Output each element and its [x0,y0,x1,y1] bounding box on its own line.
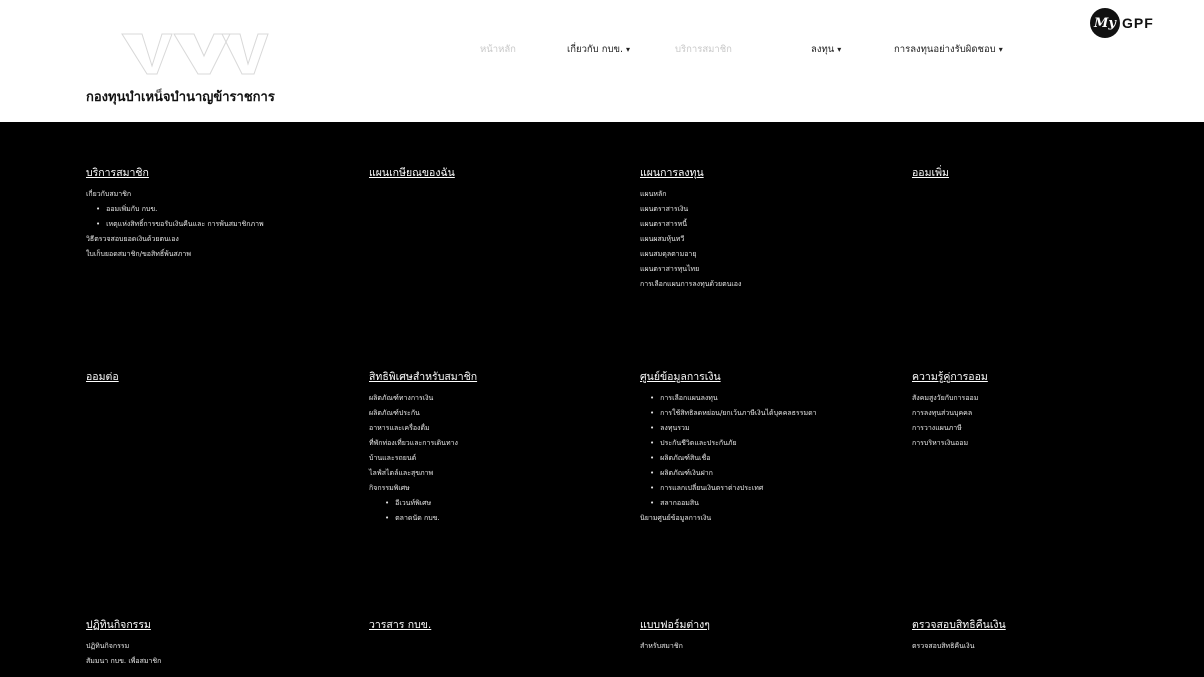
menu-item[interactable]: แผนตราสารทุนไทย [640,262,900,277]
menu-item[interactable]: ผลิตภัณฑ์ทางการเงิน [369,391,629,406]
menu-item[interactable]: การแลกเปลี่ยนเงินตราต่างประเทศ [640,481,900,496]
menu-item[interactable]: ตรวจสอบสิทธิคืนเงิน [912,639,1172,654]
menu-item[interactable]: แผนตราสารเงิน [640,202,900,217]
nav-member-services[interactable]: บริการสมาชิก [675,42,732,57]
menu-heading[interactable]: ปฏิทินกิจกรรม [86,616,346,633]
menu-item[interactable]: ตลาดนัด กบข. [369,511,629,526]
menu-item[interactable]: สลากออมสิน [640,496,900,511]
nav-invest[interactable]: ลงทุน ▾ [811,42,841,57]
menu-item[interactable]: การใช้สิทธิลดหย่อน/ยกเว้นภาษีเงินได้บุคค… [640,406,900,421]
menu-column-continue-saving: ออมต่อ [86,368,346,391]
menu-heading[interactable]: แผนเกษียณของฉัน [369,164,629,181]
nav-about-label: เกี่ยวกับ กบข. [567,44,623,55]
menu-item[interactable]: การบริหารเงินออม [912,436,1172,451]
menu-heading[interactable]: แบบฟอร์มต่างๆ [640,616,900,633]
menu-item[interactable]: ลงทุนรวม [640,421,900,436]
chevron-down-icon: ▾ [998,45,1003,54]
menu-item[interactable]: อาหารและเครื่องดื่ม [369,421,629,436]
menu-item[interactable]: ที่พักท่องเที่ยวและการเดินทาง [369,436,629,451]
menu-list: ปฏิทินกิจกรรม สัมมนา กบข. เพื่อสมาชิก [86,639,346,669]
menu-item[interactable]: เกี่ยวกับสมาชิก [86,187,346,202]
menu-column-save-more: ออมเพิ่ม [912,164,1172,187]
menu-column-calendar: ปฏิทินกิจกรรม ปฏิทินกิจกรรม สัมมนา กบข. เ… [86,616,346,669]
menu-item[interactable]: ผลิตภัณฑ์เงินฝาก [640,466,900,481]
menu-heading[interactable]: ออมเพิ่ม [912,164,1172,181]
nav-about[interactable]: เกี่ยวกับ กบข. ▾ [567,42,630,57]
menu-heading[interactable]: ศูนย์ข้อมูลการเงิน [640,368,900,385]
menu-list: การเลือกแผนลงทุนการใช้สิทธิลดหย่อน/ยกเว้… [640,391,900,526]
menu-item[interactable]: การเลือกแผนการลงทุนด้วยตนเอง [640,277,900,292]
menu-item[interactable]: แผนผสมหุ้นทวี [640,232,900,247]
menu-item[interactable]: ใบเก็บยอดสมาชิก/ขอสิทธิ์พ้นสภาพ [86,247,346,262]
menu-item[interactable]: ปฏิทินกิจกรรม [86,639,346,654]
menu-list: เกี่ยวกับสมาชิกออมเพิ่มกับ กบข.เหตุแห่งส… [86,187,346,262]
gpf-logo-icon[interactable] [112,26,272,80]
menu-list: แผนหลัก แผนตราสารเงิน แผนตราสารหนี้ แผนผสมห… [640,187,900,292]
menu-item[interactable]: บ้านและรถยนต์ [369,451,629,466]
mygpf-logo[interactable]: My GPF [1090,8,1154,38]
menu-column-journal: วารสาร กบข. [369,616,629,639]
menu-item[interactable]: วิธีตรวจสอบยอดเงินด้วยตนเอง [86,232,346,247]
menu-item[interactable]: สำหรับสมาชิก [640,639,900,654]
menu-item[interactable]: แผนหลัก [640,187,900,202]
menu-item[interactable]: ออมเพิ่มกับ กบข. [86,202,346,217]
menu-item[interactable]: แผนตราสารหนี้ [640,217,900,232]
menu-list: ตรวจสอบสิทธิคืนเงิน [912,639,1172,654]
menu-item[interactable]: ไลฟ์สไตล์และสุขภาพ [369,466,629,481]
menu-item[interactable]: การลงทุนส่วนบุคคล [912,406,1172,421]
menu-item[interactable]: นิยามศูนย์ข้อมูลการเงิน [640,511,900,526]
mygpf-text: GPF [1122,15,1154,31]
menu-column-forms: แบบฟอร์มต่างๆ สำหรับสมาชิก [640,616,900,654]
menu-item[interactable]: สังคมสูงวัยกับการออม [912,391,1172,406]
menu-item[interactable]: การวางแผนภาษี [912,421,1172,436]
menu-item[interactable]: สัมมนา กบข. เพื่อสมาชิก [86,654,346,669]
menu-heading[interactable]: ออมต่อ [86,368,346,385]
menu-list: ผลิตภัณฑ์ทางการเงิน ผลิตภัณฑ์ประกัน อาหารแ… [369,391,629,526]
menu-column-member-privileges: สิทธิพิเศษสำหรับสมาชิก ผลิตภัณฑ์ทางการเง… [369,368,629,526]
menu-heading[interactable]: บริการสมาชิก [86,164,346,181]
menu-list: สำหรับสมาชิก [640,639,900,654]
menu-column-refund-check: ตรวจสอบสิทธิคืนเงิน ตรวจสอบสิทธิคืนเงิน [912,616,1172,654]
org-name[interactable]: กองทุนบำเหน็จบำนาญข้าราชการ [86,86,275,107]
menu-column-saving-knowledge: ความรู้คู่การออม สังคมสูงวัยกับการออม การ… [912,368,1172,451]
nav-responsible-investment-label: การลงทุนอย่างรับผิดชอบ [894,44,996,55]
menu-item[interactable]: แผนสมดุลตามอายุ [640,247,900,262]
menu-item[interactable]: กิจกรรมพิเศษ [369,481,629,496]
chevron-down-icon: ▾ [626,45,631,54]
menu-heading[interactable]: ตรวจสอบสิทธิคืนเงิน [912,616,1172,633]
menu-heading[interactable]: สิทธิพิเศษสำหรับสมาชิก [369,368,629,385]
menu-column-investment-plans: แผนการลงทุน แผนหลัก แผนตราสารเงิน แผนตราสา… [640,164,900,292]
nav-home[interactable]: หน้าหลัก [480,42,516,57]
nav-member-services-label: บริการสมาชิก [675,44,732,55]
menu-item[interactable]: ผลิตภัณฑ์ประกัน [369,406,629,421]
menu-column-financial-info: ศูนย์ข้อมูลการเงิน การเลือกแผนลงทุนการใช… [640,368,900,526]
menu-heading[interactable]: วารสาร กบข. [369,616,629,633]
menu-item[interactable]: เหตุแห่งสิทธิ์การขอรับเงินคืนและ การพ้นส… [86,217,346,232]
mygpf-badge-icon: My [1090,8,1120,38]
menu-item[interactable]: การเลือกแผนลงทุน [640,391,900,406]
menu-column-member-services: บริการสมาชิก เกี่ยวกับสมาชิกออมเพิ่มกับ … [86,164,346,262]
menu-heading[interactable]: แผนการลงทุน [640,164,900,181]
menu-item[interactable]: ผลิตภัณฑ์สินเชื่อ [640,451,900,466]
mega-menu: บริการสมาชิก เกี่ยวกับสมาชิกออมเพิ่มกับ … [0,122,1204,677]
nav-responsible-investment[interactable]: การลงทุนอย่างรับผิดชอบ ▾ [894,42,1003,57]
nav-home-label: หน้าหลัก [480,44,516,55]
chevron-down-icon: ▾ [837,45,842,54]
menu-item[interactable]: อีเวนท์พิเศษ [369,496,629,511]
site-header: กองทุนบำเหน็จบำนาญข้าราชการ หน้าหลัก เกี… [0,0,1204,122]
menu-list: สังคมสูงวัยกับการออม การลงทุนส่วนบุคคล การ… [912,391,1172,451]
menu-item[interactable]: ประกันชีวิตและประกันภัย [640,436,900,451]
menu-column-retirement-plan: แผนเกษียณของฉัน [369,164,629,187]
nav-invest-label: ลงทุน [811,44,835,55]
menu-heading[interactable]: ความรู้คู่การออม [912,368,1172,385]
